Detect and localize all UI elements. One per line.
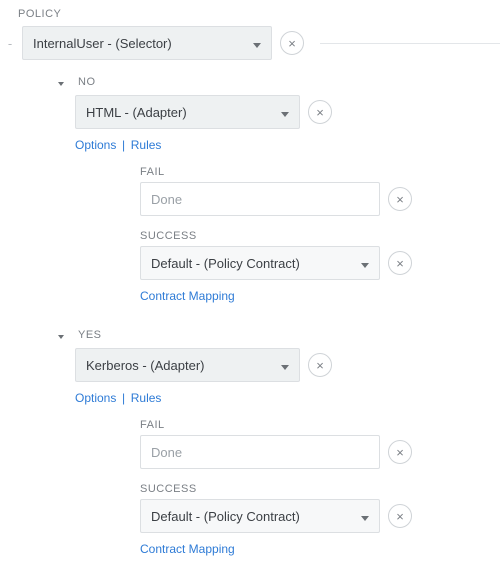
- divider-line: [320, 43, 500, 44]
- branch-label-no: NO: [78, 76, 96, 88]
- close-icon: ×: [396, 509, 404, 524]
- branch-yes-options-link[interactable]: Options: [75, 391, 116, 405]
- tree-connector: -: [6, 36, 14, 51]
- chevron-down-icon: [281, 358, 289, 373]
- branch-yes-rules-link[interactable]: Rules: [131, 391, 162, 405]
- branch-yes-success-dropdown[interactable]: Default - (Policy Contract): [140, 499, 380, 533]
- close-icon: ×: [288, 36, 296, 51]
- chevron-down-icon: [253, 36, 261, 51]
- branch-no-success-dropdown[interactable]: Default - (Policy Contract): [140, 246, 380, 280]
- branch-no-fail-value: Done: [151, 192, 182, 207]
- branch-yes-fail-input[interactable]: Done: [140, 435, 380, 469]
- link-separator: |: [122, 391, 125, 405]
- branch-yes-adapter-dropdown[interactable]: Kerberos - (Adapter): [75, 348, 300, 382]
- policy-remove-button[interactable]: ×: [280, 31, 304, 55]
- chevron-down-icon[interactable]: [58, 327, 64, 342]
- branch-yes-success-remove-button[interactable]: ×: [388, 504, 412, 528]
- branch-yes-contract-mapping-link[interactable]: Contract Mapping: [140, 542, 235, 556]
- branch-yes-fail-remove-button[interactable]: ×: [388, 440, 412, 464]
- chevron-down-icon: [361, 509, 369, 524]
- close-icon: ×: [316, 358, 324, 373]
- branch-no-fail-label: FAIL: [140, 166, 500, 178]
- branch-yes-fail-value: Done: [151, 445, 182, 460]
- branch-no-adapter-dropdown[interactable]: HTML - (Adapter): [75, 95, 300, 129]
- branch-no-fail-input[interactable]: Done: [140, 182, 380, 216]
- link-separator: |: [122, 138, 125, 152]
- close-icon: ×: [396, 192, 404, 207]
- close-icon: ×: [316, 105, 324, 120]
- branch-label-yes: YES: [78, 329, 102, 341]
- branch-no-fail-remove-button[interactable]: ×: [388, 187, 412, 211]
- policy-selector-dropdown[interactable]: InternalUser - (Selector): [22, 26, 272, 60]
- branch-yes-adapter-label: Kerberos - (Adapter): [86, 358, 205, 373]
- chevron-down-icon: [361, 256, 369, 271]
- policy-selector-label: InternalUser - (Selector): [33, 36, 172, 51]
- branch-no-remove-button[interactable]: ×: [308, 100, 332, 124]
- chevron-down-icon: [281, 105, 289, 120]
- branch-no-success-label: SUCCESS: [140, 230, 500, 242]
- policy-section-title: POLICY: [18, 8, 500, 20]
- chevron-down-icon[interactable]: [58, 74, 64, 89]
- close-icon: ×: [396, 256, 404, 271]
- branch-yes-success-label: SUCCESS: [140, 483, 500, 495]
- branch-yes-success-value: Default - (Policy Contract): [151, 509, 300, 524]
- close-icon: ×: [396, 445, 404, 460]
- branch-no-contract-mapping-link[interactable]: Contract Mapping: [140, 289, 235, 303]
- branch-no-adapter-label: HTML - (Adapter): [86, 105, 187, 120]
- branch-no-rules-link[interactable]: Rules: [131, 138, 162, 152]
- branch-no-success-remove-button[interactable]: ×: [388, 251, 412, 275]
- branch-yes-remove-button[interactable]: ×: [308, 353, 332, 377]
- branch-no-success-value: Default - (Policy Contract): [151, 256, 300, 271]
- branch-yes-fail-label: FAIL: [140, 419, 500, 431]
- branch-no-options-link[interactable]: Options: [75, 138, 116, 152]
